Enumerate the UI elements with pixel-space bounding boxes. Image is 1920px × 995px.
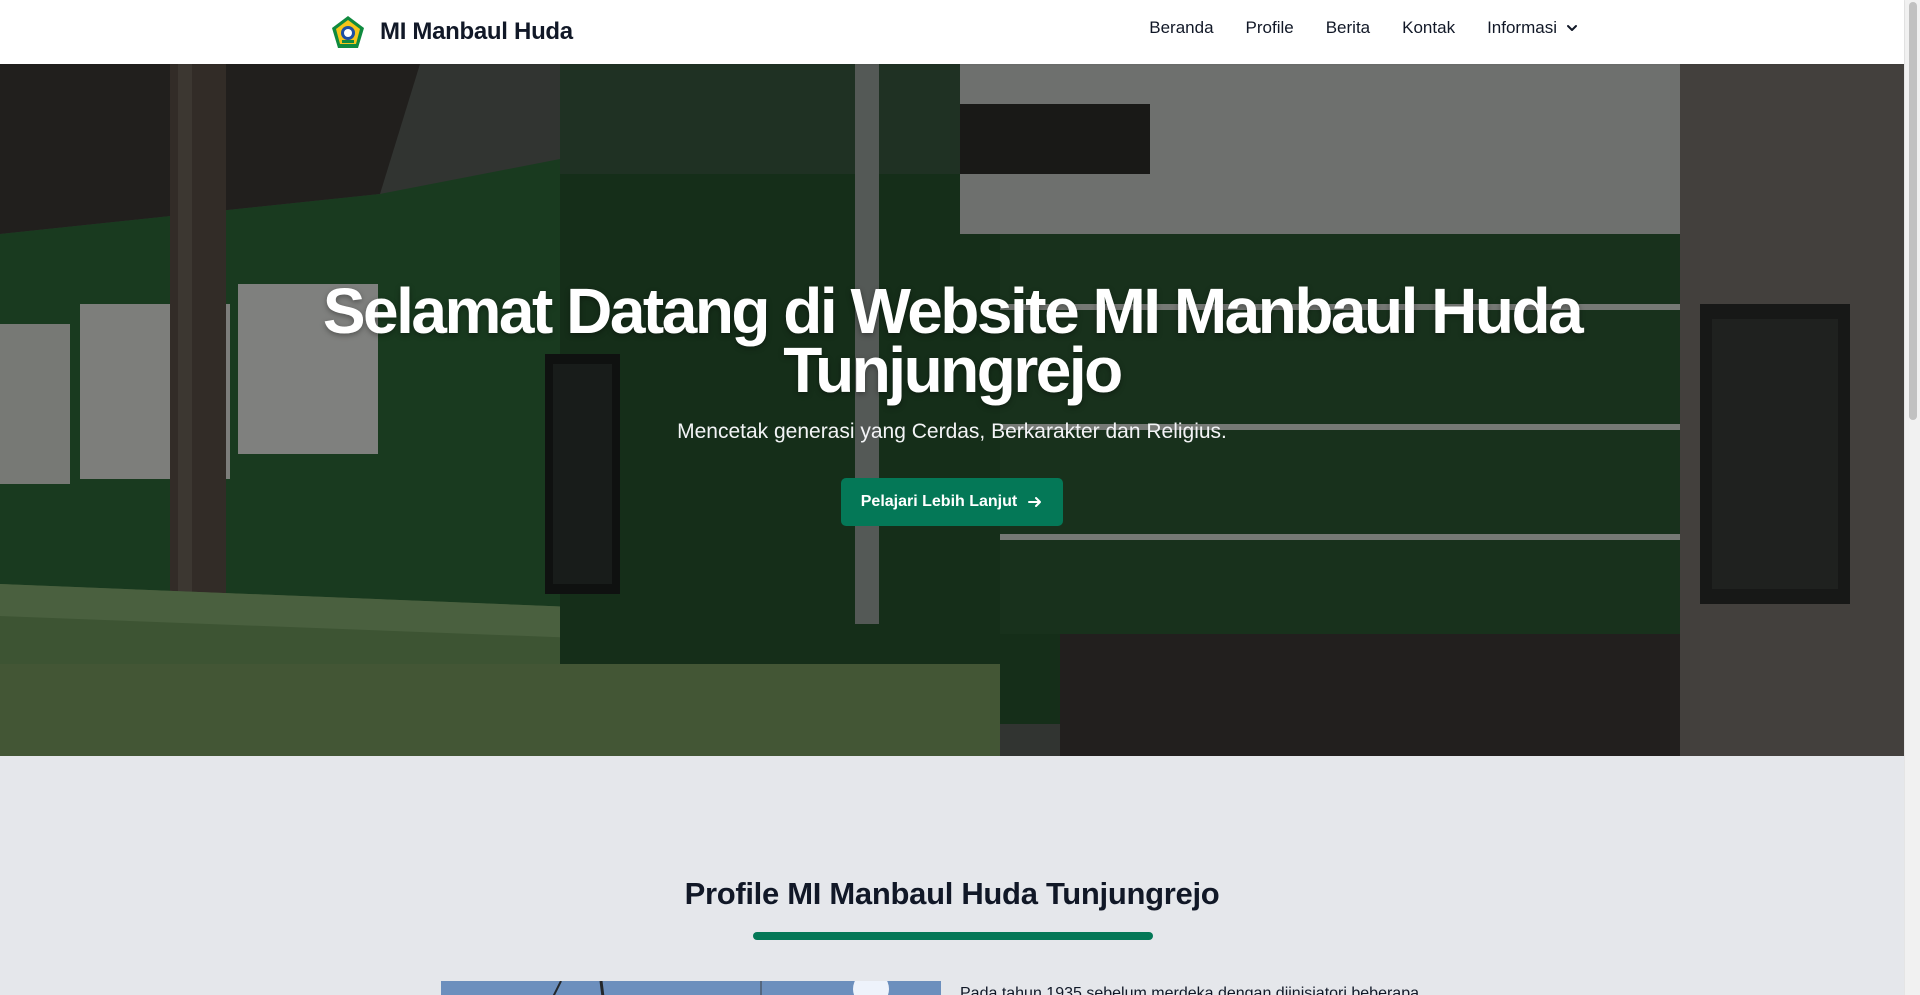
brand-link[interactable]: MI Manbaul Huda: [330, 14, 573, 50]
title-underline: [753, 932, 1153, 940]
hero-title: Selamat Datang di Website MI Manbaul Hud…: [322, 275, 1584, 406]
profile-section: Profile MI Manbaul Huda Tunjungrejo Pada…: [0, 756, 1904, 995]
page: MI Manbaul Huda Beranda Profile Berita K…: [0, 0, 1920, 995]
profile-paragraph: Pada tahun 1935 sebelum merdeka dengan d…: [960, 985, 1419, 995]
nav-berita[interactable]: Berita: [1326, 18, 1370, 38]
profile-photo: [441, 981, 941, 995]
main-nav: Beranda Profile Berita Kontak Informasi: [1149, 18, 1579, 38]
hero-section: Selamat Datang di Website MI Manbaul Hud…: [0, 64, 1904, 756]
hero-subtitle: Mencetak generasi yang Cerdas, Berkarakt…: [677, 420, 1227, 443]
school-emblem-icon: [332, 16, 364, 48]
nav-informasi-dropdown[interactable]: Informasi: [1487, 18, 1579, 38]
brand-name: MI Manbaul Huda: [380, 18, 573, 45]
nav-beranda[interactable]: Beranda: [1149, 18, 1213, 38]
nav-kontak[interactable]: Kontak: [1402, 18, 1455, 38]
learn-more-label: Pelajari Lebih Lanjut: [860, 493, 1018, 510]
hero-content: Selamat Datang di Website MI Manbaul Hud…: [0, 275, 1904, 526]
learn-more-button[interactable]: Pelajari Lebih Lanjut: [840, 478, 1064, 526]
navbar: MI Manbaul Huda Beranda Profile Berita K…: [0, 0, 1904, 64]
profile-title: Profile MI Manbaul Huda Tunjungrejo: [684, 876, 1220, 911]
page-scrollbar[interactable]: [1904, 0, 1920, 995]
scrollbar-thumb[interactable]: [1909, 2, 1917, 420]
nav-informasi-label: Informasi: [1487, 18, 1557, 37]
nav-profile[interactable]: Profile: [1246, 18, 1294, 38]
arrow-right-icon: [1028, 497, 1042, 507]
chevron-down-icon: [1567, 25, 1577, 31]
